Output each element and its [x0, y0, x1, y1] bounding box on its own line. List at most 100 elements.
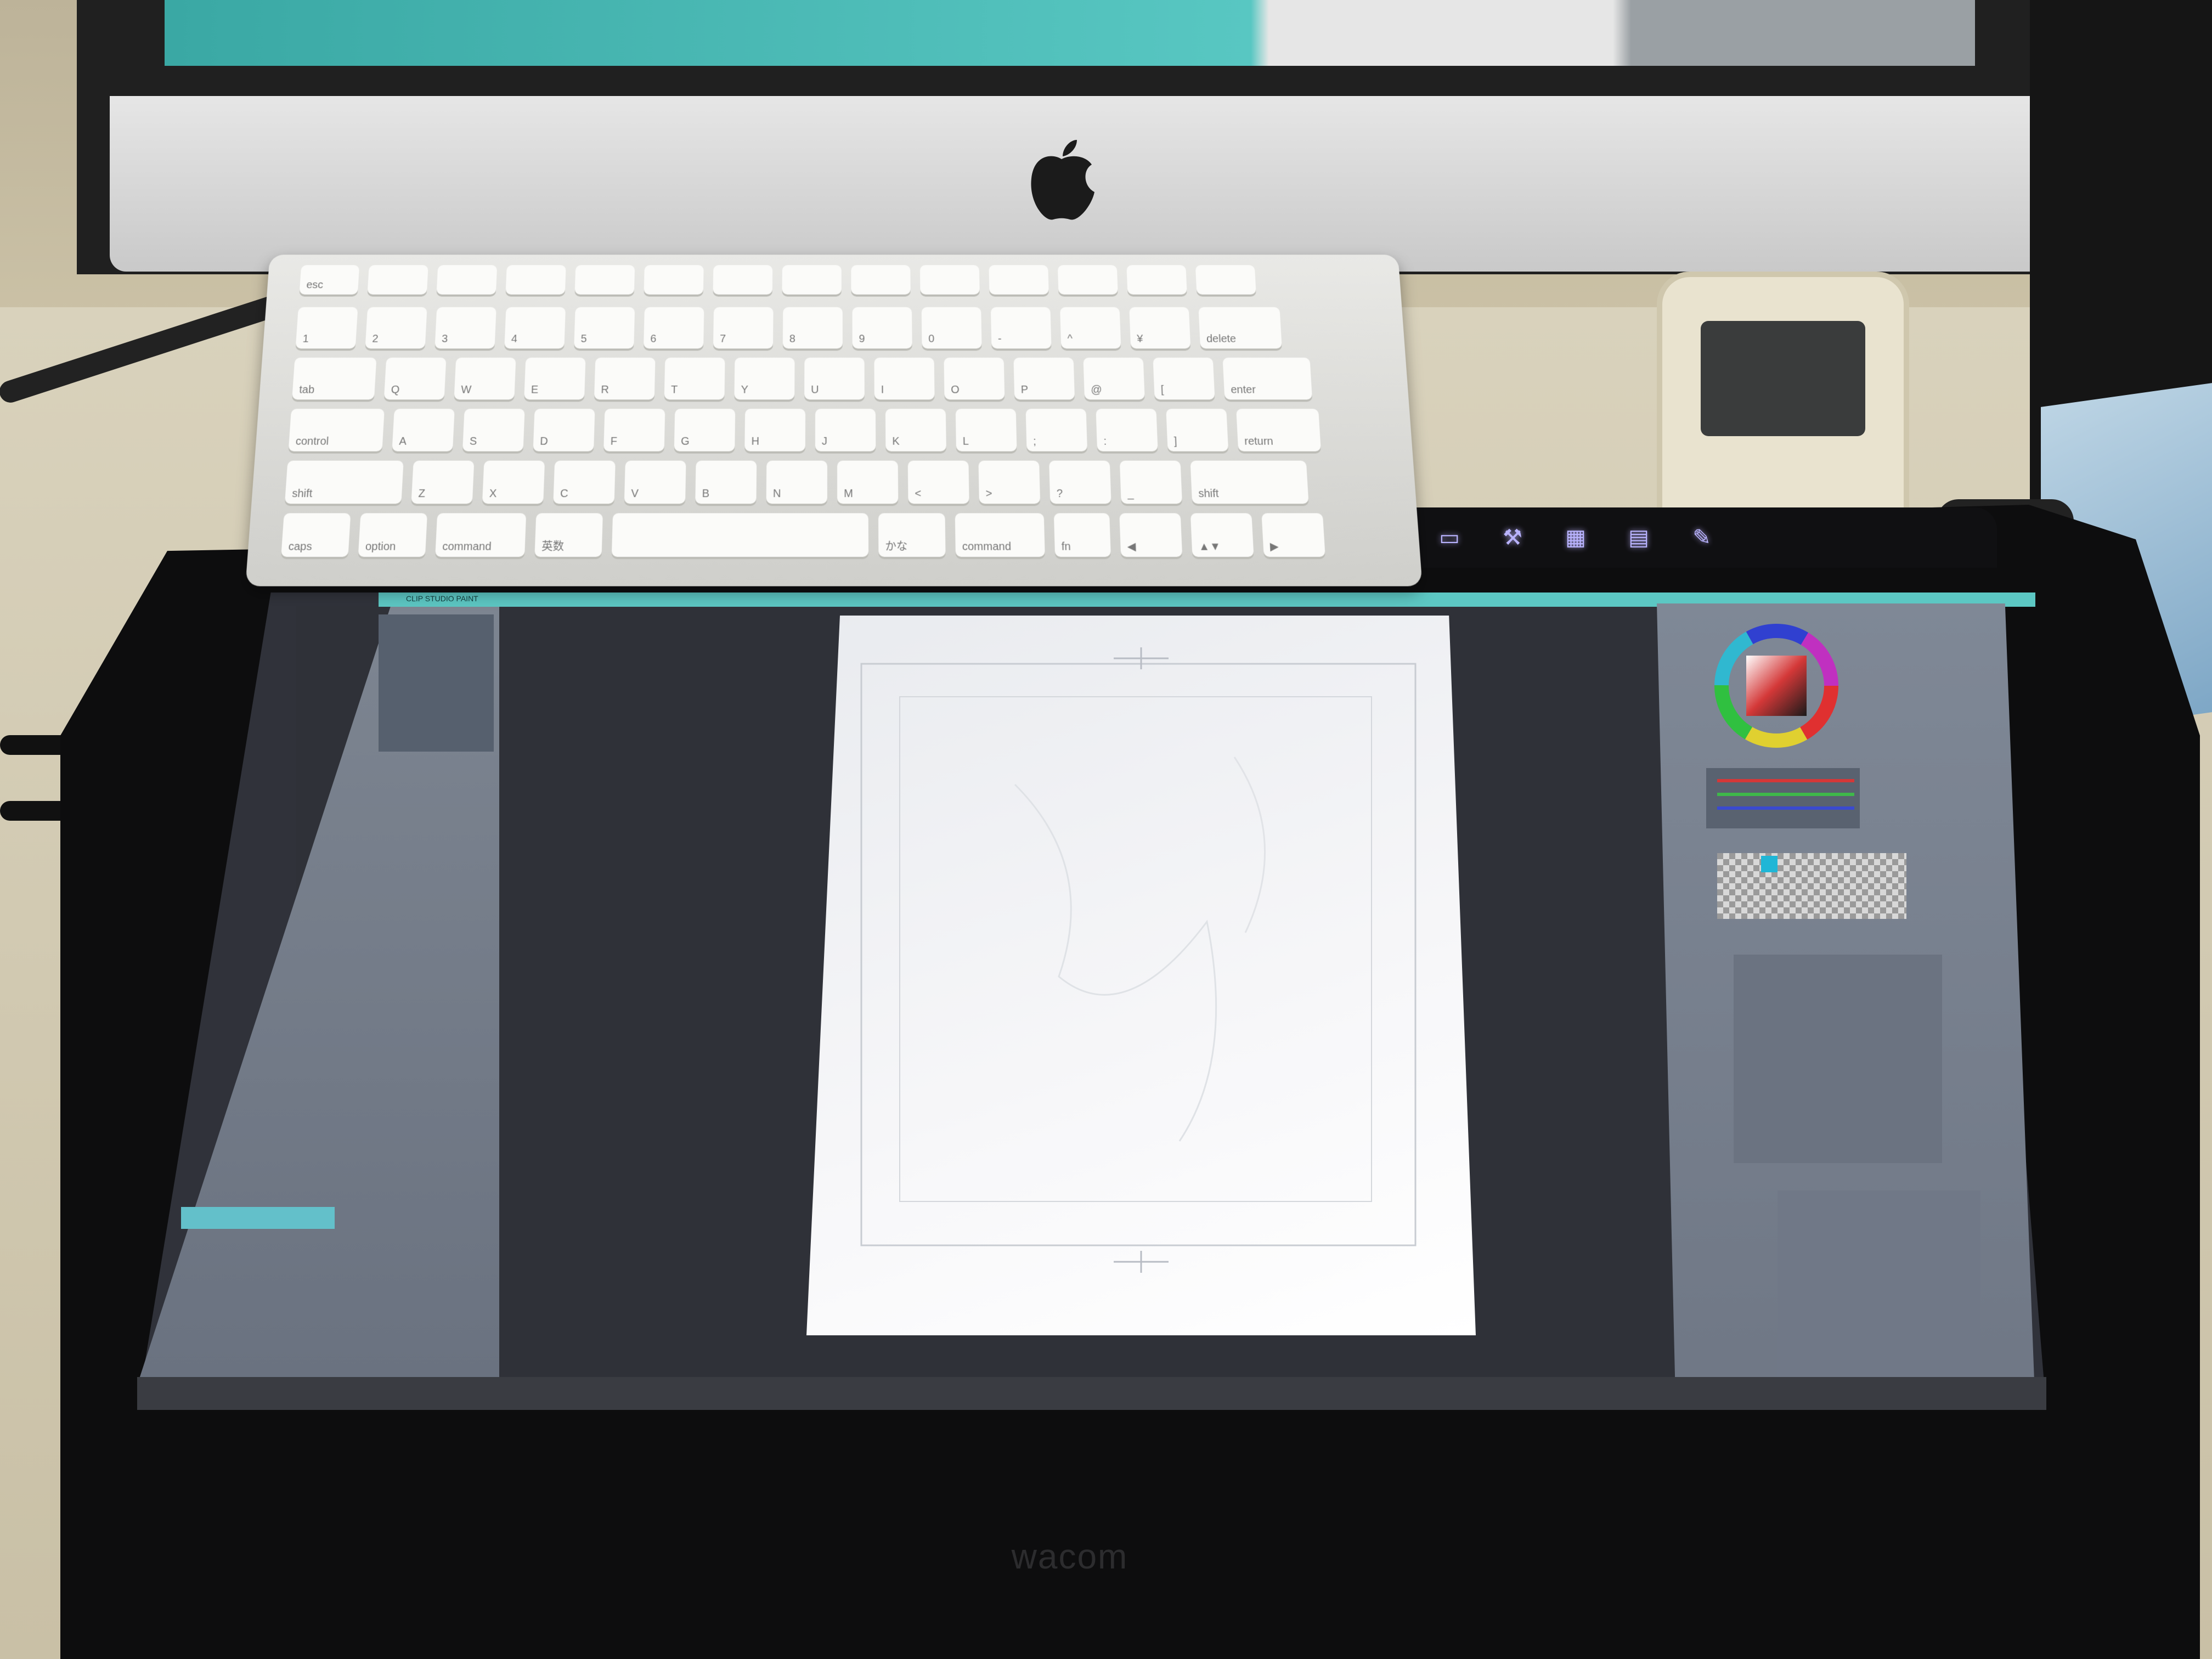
- key[interactable]: U: [804, 357, 865, 400]
- key[interactable]: X: [482, 460, 545, 504]
- key[interactable]: H: [744, 409, 806, 452]
- key[interactable]: T: [664, 357, 725, 400]
- key[interactable]: 3: [435, 307, 496, 349]
- sub-tool-selected-row[interactable]: [181, 1207, 335, 1229]
- key[interactable]: esc: [299, 265, 360, 295]
- key[interactable]: tab: [292, 357, 377, 400]
- bottom-letter-row: shift Z X C V B N M < >? _ shift: [284, 460, 1309, 504]
- key[interactable]: command: [955, 513, 1045, 557]
- key[interactable]: shift: [1190, 460, 1309, 504]
- key[interactable]: [713, 265, 773, 295]
- layer-panel[interactable]: [1734, 955, 1942, 1163]
- red-slider[interactable]: [1717, 779, 1854, 782]
- key[interactable]: [505, 265, 566, 295]
- key[interactable]: [851, 265, 911, 295]
- key[interactable]: ^: [1060, 307, 1121, 349]
- key[interactable]: [436, 265, 498, 295]
- key[interactable]: :: [1096, 409, 1158, 452]
- key[interactable]: ?: [1049, 460, 1111, 504]
- key[interactable]: ]: [1166, 409, 1229, 452]
- wrench-icon[interactable]: ⚒: [1498, 527, 1527, 549]
- key[interactable]: 9: [852, 307, 912, 349]
- key[interactable]: ¥: [1129, 307, 1191, 349]
- key[interactable]: 4: [504, 307, 566, 349]
- blue-slider[interactable]: [1717, 806, 1854, 810]
- key[interactable]: ◀: [1119, 513, 1183, 557]
- key[interactable]: N: [766, 460, 827, 504]
- key[interactable]: B: [695, 460, 757, 504]
- key[interactable]: K: [885, 409, 946, 452]
- display-icon[interactable]: ▤: [1624, 527, 1654, 549]
- color-set-panel[interactable]: [1717, 853, 1906, 919]
- key[interactable]: [367, 265, 428, 295]
- key[interactable]: Z: [411, 460, 475, 504]
- key[interactable]: 1: [295, 307, 358, 349]
- key[interactable]: S: [462, 409, 525, 452]
- rectangle-icon[interactable]: ▭: [1435, 527, 1464, 549]
- key[interactable]: 5: [574, 307, 635, 349]
- key[interactable]: I: [874, 357, 935, 400]
- color-slider-panel[interactable]: [1706, 768, 1860, 828]
- green-slider[interactable]: [1717, 793, 1854, 796]
- key[interactable]: A: [392, 409, 455, 452]
- key[interactable]: 6: [644, 307, 704, 349]
- key[interactable]: >: [978, 460, 1041, 504]
- key[interactable]: @: [1083, 357, 1145, 400]
- key[interactable]: _: [1119, 460, 1182, 504]
- key[interactable]: J: [815, 409, 876, 452]
- key[interactable]: Y: [734, 357, 795, 400]
- key[interactable]: [989, 265, 1049, 295]
- key[interactable]: L: [955, 409, 1017, 452]
- key[interactable]: command: [435, 513, 527, 557]
- key[interactable]: 8: [782, 307, 843, 349]
- color-swatch[interactable]: [1761, 856, 1778, 872]
- key[interactable]: [574, 265, 635, 295]
- key[interactable]: shift: [284, 460, 404, 504]
- key[interactable]: 英数: [534, 513, 603, 557]
- key[interactable]: ▲▼: [1190, 513, 1254, 557]
- key[interactable]: fn: [1053, 513, 1111, 557]
- keyboard-grid-icon[interactable]: ▦: [1561, 527, 1590, 549]
- pen-settings-icon[interactable]: ✎: [1687, 527, 1717, 549]
- key[interactable]: ▶: [1261, 513, 1325, 557]
- key[interactable]: C: [553, 460, 616, 504]
- key[interactable]: -: [990, 307, 1052, 349]
- layer-property-panel[interactable]: [1778, 1190, 1980, 1399]
- key[interactable]: 7: [713, 307, 774, 349]
- key[interactable]: W: [454, 357, 516, 400]
- key[interactable]: [1126, 265, 1187, 295]
- key[interactable]: [919, 265, 980, 295]
- status-bar: [137, 1377, 2046, 1410]
- key[interactable]: V: [624, 460, 686, 504]
- key[interactable]: [782, 265, 842, 295]
- key[interactable]: [644, 265, 704, 295]
- key[interactable]: delete: [1198, 307, 1282, 349]
- key[interactable]: control: [288, 409, 385, 452]
- color-wheel[interactable]: [1683, 620, 1859, 752]
- key[interactable]: G: [674, 409, 736, 452]
- key[interactable]: caps: [281, 513, 351, 557]
- key[interactable]: かな: [878, 513, 946, 557]
- key[interactable]: option: [358, 513, 427, 557]
- key[interactable]: E: [524, 357, 586, 400]
- key[interactable]: [611, 513, 869, 557]
- keyboard[interactable]: esc 1 2 3 4 5 6 7 8 9 0- ^ ¥ delete tab Q W E R T Y U I O P @[e…: [245, 255, 1423, 586]
- key[interactable]: P: [1013, 357, 1075, 400]
- key[interactable]: [1057, 265, 1118, 295]
- key[interactable]: [1195, 265, 1256, 295]
- key[interactable]: M: [837, 460, 899, 504]
- key[interactable]: ;: [1025, 409, 1088, 452]
- key[interactable]: Q: [383, 357, 447, 400]
- key[interactable]: 0: [921, 307, 982, 349]
- key[interactable]: O: [944, 357, 1005, 400]
- key[interactable]: D: [533, 409, 595, 452]
- key[interactable]: R: [594, 357, 656, 400]
- key[interactable]: return: [1236, 409, 1321, 452]
- key[interactable]: <: [907, 460, 969, 504]
- crop-marks: [860, 647, 1417, 1273]
- key[interactable]: enter: [1222, 357, 1313, 400]
- key[interactable]: 2: [365, 307, 427, 349]
- key[interactable]: F: [603, 409, 665, 452]
- tool-property-panel[interactable]: [379, 614, 494, 752]
- key[interactable]: [: [1153, 357, 1215, 400]
